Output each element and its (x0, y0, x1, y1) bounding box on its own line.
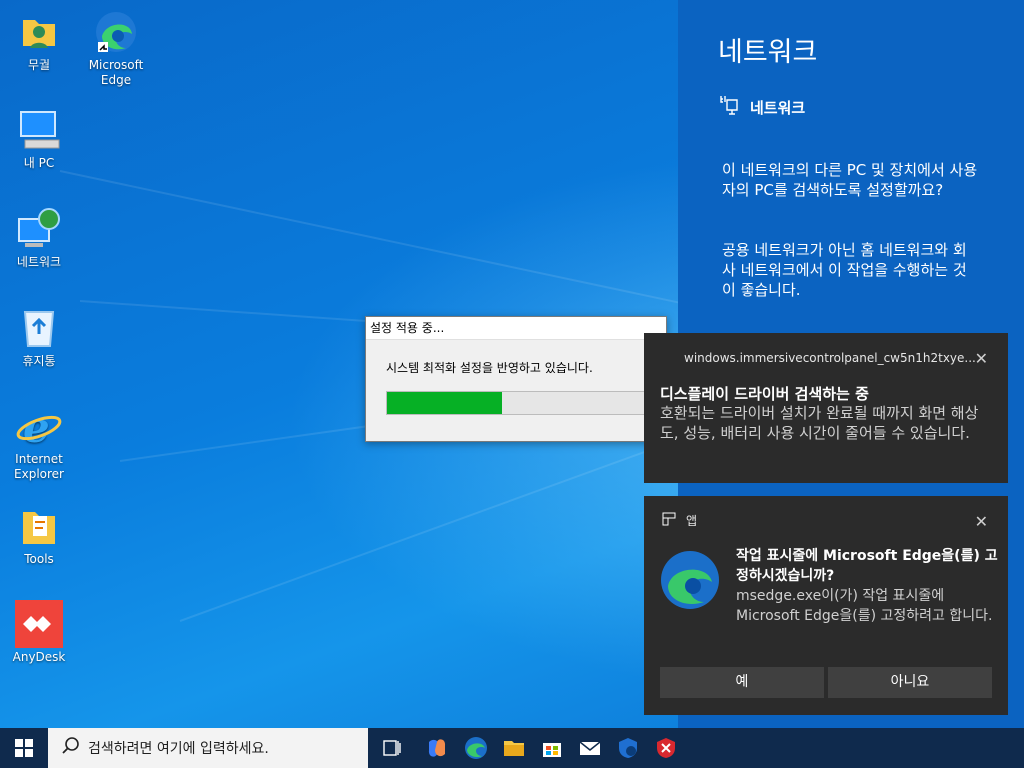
toast-source: windows.immersivecontrolpanel_cw5n1h2txy… (684, 351, 976, 365)
subheading-label: 네트워크 (750, 98, 806, 117)
toast-heading: 작업 표시줄에 Microsoft Edge을(를) 고정하시겠습니까? (736, 548, 998, 584)
dialog-message: 시스템 최적화 설정을 반영하고 있습니다. (386, 361, 593, 375)
task-view-icon[interactable] (378, 734, 406, 762)
progress-bar (386, 391, 650, 415)
toast-body: 호환되는 드라이버 설치가 완료될 때까지 화면 해상도, 성능, 배터리 사용… (660, 404, 979, 442)
ethernet-icon (718, 94, 740, 120)
driver-search-toast[interactable]: windows.immersivecontrolpanel_cw5n1h2txy… (644, 333, 1008, 483)
progress-bar-fill (387, 392, 503, 414)
file-explorer-icon[interactable] (500, 734, 528, 762)
search-icon (62, 737, 80, 759)
applying-settings-dialog: 설정 적용 중... 시스템 최적화 설정을 반영하고 있습니다. (365, 316, 667, 442)
no-button[interactable]: 아니요 (828, 667, 992, 698)
desktop-icon-label: 네트워크 (16, 255, 62, 269)
internet-explorer-icon: e (15, 402, 63, 452)
anydesk-icon (15, 600, 63, 648)
desktop-icon-user-folder[interactable]: 무궐 (3, 8, 75, 73)
panel-title: 네트워크 (718, 37, 818, 68)
recycle-bin-icon (15, 304, 63, 352)
dialog-title: 설정 적용 중... (366, 317, 666, 340)
start-button[interactable] (0, 728, 48, 768)
desktop-icon-recycle-bin[interactable]: 휴지통 (3, 304, 75, 369)
edge-icon (660, 550, 720, 610)
desktop-icon-label: AnyDesk (12, 650, 66, 664)
toast-body: msedge.exe이(가) 작업 표시줄에 Microsoft Edge을(를… (736, 588, 993, 624)
desktop-icon-network[interactable]: 네트워크 (3, 205, 75, 270)
app-window-icon (662, 512, 676, 529)
desktop-icon-tools[interactable]: Tools (3, 502, 75, 567)
edge-icon[interactable] (462, 734, 490, 762)
network-icon (15, 205, 63, 253)
windows-logo-icon (15, 739, 33, 757)
desktop-icon-this-pc[interactable]: 내 PC (3, 106, 75, 171)
panel-recommendation: 공용 네트워크가 아닌 홈 네트워크와 회사 네트워크에서 이 작업을 수행하는… (722, 241, 967, 299)
desktop-icon-label: 휴지통 (22, 354, 56, 368)
toast-app-header: 앱 (662, 512, 697, 529)
desktop-icon-label: Microsoft Edge (88, 58, 144, 87)
edge-pin-toast[interactable]: 앱 ✕ 작업 표시줄에 Microsoft Edge을(를) 고정하시겠습니까?… (644, 496, 1008, 715)
toast-app-label: 앱 (686, 514, 698, 528)
toast-heading: 디스플레이 드라이버 검색하는 중 (660, 385, 869, 403)
user-folder-icon (15, 8, 63, 56)
copilot-icon[interactable] (423, 734, 451, 762)
desktop-icon-label: Internet Explorer (14, 452, 64, 481)
defender-icon[interactable] (614, 734, 642, 762)
search-placeholder: 검색하려면 여기에 입력하세요. (88, 741, 269, 757)
security-shield-icon[interactable] (652, 734, 680, 762)
desktop-icon-edge[interactable]: Microsoft Edge (80, 8, 152, 88)
desktop-icon-label: 내 PC (23, 156, 55, 170)
desktop-icon-internet-explorer[interactable]: e Internet Explorer (3, 402, 75, 482)
tools-folder-icon (15, 502, 63, 550)
store-icon[interactable] (538, 734, 566, 762)
panel-question: 이 네트워크의 다른 PC 및 장치에서 사용자의 PC를 검색하도록 설정할까… (722, 161, 978, 199)
yes-button[interactable]: 예 (660, 667, 824, 698)
close-icon[interactable]: ✕ (975, 349, 988, 368)
network-subheading[interactable]: 네트워크 (718, 94, 805, 120)
close-icon[interactable]: ✕ (975, 512, 988, 531)
taskbar: 검색하려면 여기에 입력하세요. (0, 728, 1024, 768)
desktop-icon-anydesk[interactable]: AnyDesk (3, 600, 75, 665)
mail-icon[interactable] (576, 734, 604, 762)
desktop-icon-label: Tools (24, 552, 54, 566)
edge-icon (92, 8, 140, 56)
taskbar-search-box[interactable]: 검색하려면 여기에 입력하세요. (48, 728, 368, 768)
this-pc-icon (15, 106, 63, 154)
desktop-icon-label: 무궐 (27, 58, 51, 72)
